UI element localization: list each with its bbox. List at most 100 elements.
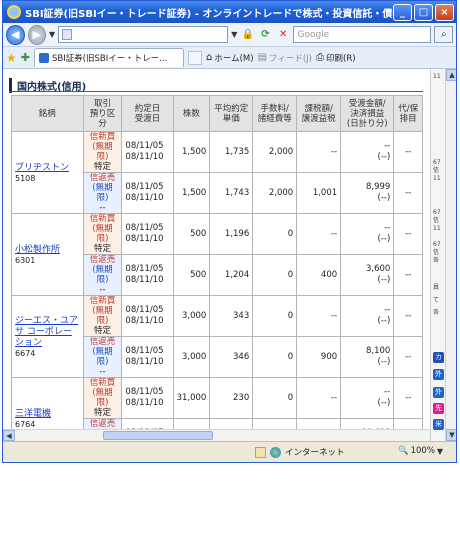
settlement-amount: 8,999 — [365, 182, 391, 192]
back-button[interactable]: ◀ — [6, 24, 25, 45]
trade-date: 08/11/05 — [125, 305, 164, 315]
column-header: 代/保 排目 — [393, 95, 423, 132]
settle-date: 08/11/10 — [125, 193, 164, 203]
trade-date: 08/11/05 — [125, 346, 164, 356]
scroll-down-icon[interactable]: ▼ — [446, 429, 456, 441]
browser-window: SBI証券(旧SBIイー・トレード証券) - オンライントレードで株式・投資信託… — [2, 0, 457, 463]
vertical-scrollbar[interactable]: ▲ ▼ — [445, 69, 456, 441]
stock-code: 6674 — [15, 348, 36, 358]
home-button[interactable]: ⌂ ホーム(M) — [206, 52, 254, 64]
shares-cell: 1,500 — [172, 172, 211, 214]
history-dropdown-icon[interactable]: ▼ — [49, 30, 55, 39]
account-type: 特定 — [93, 326, 111, 336]
lock-icon[interactable]: 🔒 — [240, 27, 255, 43]
stop-icon[interactable]: ✕ — [276, 27, 291, 43]
minimize-button[interactable]: _ — [393, 3, 412, 21]
page-icon — [62, 29, 73, 40]
trade-type: 信返売 — [89, 337, 116, 347]
price-cell: 232 — [209, 418, 254, 429]
sidebar-text: 11 — [433, 225, 441, 232]
stock-name-link[interactable]: 三洋電機 — [15, 409, 80, 420]
stock-cell: ジーエス・ユアサ コーポレーション 6674 — [11, 295, 84, 378]
column-header: 課税額/ 譲渡益税 — [296, 95, 342, 132]
zoom-control[interactable]: 🔍 100% ▼ — [398, 446, 443, 456]
stock-name-link[interactable]: 小松製作所 — [15, 245, 80, 256]
favorites-star-icon[interactable]: ★ — [6, 51, 17, 65]
tax-cell: -- — [296, 377, 342, 419]
settle-date: 08/11/10 — [125, 357, 164, 367]
trade-type: 信返売 — [89, 173, 116, 183]
trade-term: (無期限) — [92, 347, 113, 367]
stock-name-link[interactable]: ブリヂストン — [15, 163, 80, 174]
account-type: -- — [99, 367, 106, 377]
fee-cell: 0 — [252, 295, 298, 337]
account-type: -- — [99, 203, 106, 213]
option-cell: -- — [393, 418, 423, 429]
settle-date: 08/11/10 — [125, 234, 164, 244]
price-cell: 1,196 — [209, 213, 254, 255]
sidebar-chip[interactable]: 先 — [433, 403, 444, 414]
stock-code: 5108 — [15, 173, 36, 183]
column-header: 株数 — [172, 95, 211, 132]
sidebar-chip[interactable]: 米 — [433, 419, 444, 430]
trade-date: 08/11/05 — [125, 223, 164, 233]
column-header: 手数料/ 諸経費等 — [252, 95, 298, 132]
print-button[interactable]: ⎙ 印刷(R) — [316, 52, 356, 64]
sidebar-chip[interactable]: 外 — [433, 387, 444, 398]
shares-cell: 3,000 — [172, 336, 211, 378]
refresh-icon[interactable]: ⟳ — [258, 27, 273, 43]
tax-cell: -- — [296, 131, 342, 173]
feed-label: フィード(J) — [269, 53, 312, 64]
zoom-icon: 🔍 — [398, 446, 409, 456]
add-favorite-icon[interactable]: ✚ — [21, 51, 30, 64]
close-button[interactable]: × — [435, 3, 454, 21]
trade-term: (無期限) — [92, 388, 113, 408]
settlement-amount: 3,600 — [365, 264, 391, 274]
sidebar-text: 各 — [433, 309, 440, 316]
price-cell: 1,743 — [209, 172, 254, 214]
scroll-left-icon[interactable]: ◀ — [3, 430, 15, 441]
feed-icon: ▤ — [257, 52, 268, 63]
table-header-row: 銘柄 取引 預り区 分約定日 受渡日 株数 平均約定 単価 手数料/ 諸経費等 課税額/ … — [11, 95, 423, 132]
maximize-button[interactable]: □ — [414, 3, 433, 21]
scroll-up-icon[interactable]: ▲ — [446, 69, 456, 81]
url-field[interactable] — [58, 26, 229, 43]
forward-button[interactable]: ▶ — [27, 24, 47, 45]
zoom-label: 100% — [410, 446, 435, 456]
feed-button[interactable]: ▤ フィード(J) — [258, 52, 312, 64]
day-trade-pl: (--) — [377, 193, 391, 203]
column-header: 取引 預り区 分 — [82, 95, 123, 132]
fee-cell: 0 — [252, 377, 298, 419]
globe-icon — [270, 446, 281, 458]
price-cell: 343 — [209, 295, 254, 337]
date-cell: 08/11/0508/11/10 — [121, 254, 174, 296]
price-cell: 346 — [209, 336, 254, 378]
trade-type-cell: 信新買 (無期限) 特定 — [82, 131, 123, 173]
tax-cell: 1,001 — [296, 172, 342, 214]
search-input[interactable]: Google — [293, 26, 432, 43]
new-tab-button[interactable] — [187, 50, 202, 65]
url-dropdown-icon[interactable]: ▼ — [231, 30, 237, 39]
tax-cell: -- — [296, 213, 342, 255]
settlement-cell: 44,400(--) — [340, 418, 395, 429]
settlement-amount: -- — [384, 141, 391, 151]
sidebar-chip[interactable]: カ — [433, 352, 444, 363]
shares-cell: 500 — [172, 213, 211, 255]
tab-active[interactable]: SBI証券(旧SBIイー・トレー... — [33, 48, 184, 67]
search-icon[interactable]: ⌕ — [434, 26, 453, 43]
scroll-thumb[interactable] — [103, 431, 213, 440]
stock-name-link[interactable]: ジーエス・ユアサ コーポレーション — [15, 316, 80, 349]
fee-cell: 0 — [252, 213, 298, 255]
window-title: SBI証券(旧SBIイー・トレード証券) - オンライントレードで株式・投資信託… — [25, 8, 393, 20]
trade-type-cell: 信返売(無期限)-- — [82, 336, 123, 378]
tab-label: SBI証券(旧SBIイー・トレー... — [51, 54, 168, 64]
settlement-cell: -- (--) — [340, 295, 395, 337]
print-icon: ⎙ — [316, 52, 324, 63]
ie-logo-icon — [7, 5, 21, 19]
horizontal-scrollbar[interactable]: ◀ — [3, 429, 430, 441]
sidebar-text: 67 — [433, 241, 441, 248]
sidebar-chip[interactable]: 外 — [433, 369, 444, 380]
tax-cell: 400 — [296, 254, 342, 296]
sidebar-text: 67 — [433, 209, 441, 216]
zoom-dropdown-icon[interactable]: ▼ — [437, 447, 443, 456]
